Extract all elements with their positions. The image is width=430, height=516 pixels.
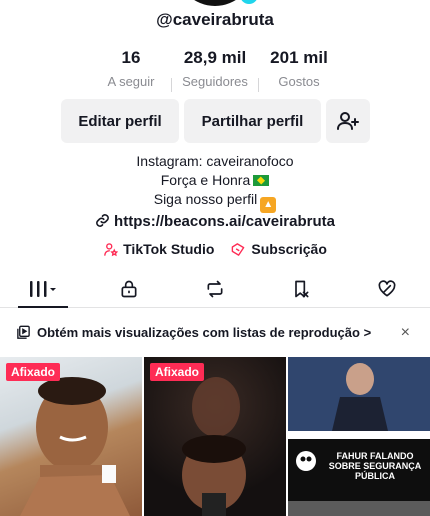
stat-likes[interactable]: 201 mil Gostos xyxy=(259,48,339,92)
add-friend-button[interactable] xyxy=(326,99,370,143)
bio-line-instagram: Instagram: caveiranofoco xyxy=(136,153,294,169)
pinned-badge: Afixado xyxy=(150,363,205,381)
stats-row: 16 A seguir 28,9 mil Seguidores 201 mil … xyxy=(0,48,430,92)
creator-links: TikTok Studio Subscrição xyxy=(0,241,430,257)
tab-videos[interactable] xyxy=(0,270,86,308)
studio-icon xyxy=(104,242,119,256)
stat-following-label: A seguir xyxy=(107,74,155,89)
profile-tabs xyxy=(0,270,430,308)
tab-reposts[interactable] xyxy=(172,270,258,307)
video-thumbnail[interactable]: FAHUR FALANDO SOBRE SEGURANÇA PÚBLICA xyxy=(288,357,430,516)
brazil-flag-icon xyxy=(253,175,270,186)
bio-line-follow: Siga nosso perfil ▲ xyxy=(0,190,430,213)
playlist-promo-banner[interactable]: Obtém mais visualizações com listas de r… xyxy=(0,318,430,346)
bio-follow-text: Siga nosso perfil xyxy=(153,191,258,207)
stat-following-value: 16 xyxy=(121,48,141,67)
stat-likes-value: 201 mil xyxy=(270,48,328,67)
share-profile-button[interactable]: Partilhar perfil xyxy=(184,99,321,143)
tiktok-studio-link[interactable]: TikTok Studio xyxy=(103,241,214,257)
tab-liked[interactable] xyxy=(344,270,430,307)
warning-icon: ▲ xyxy=(260,197,277,213)
stat-followers[interactable]: 28,9 mil Seguidores xyxy=(172,48,258,92)
subscription-icon xyxy=(232,242,245,256)
tab-private[interactable] xyxy=(86,270,172,307)
tab-favorites[interactable] xyxy=(258,270,344,307)
video-grid: Afixado Afixado FAHUR FALANDO SOBRE SEGU… xyxy=(0,357,430,516)
username: @caveirabruta xyxy=(156,10,274,29)
bio-link[interactable]: https://beacons.ai/caveirabruta xyxy=(0,213,430,230)
video-overlay-text: FAHUR FALANDO SOBRE SEGURANÇA PÚBLICA xyxy=(328,451,422,481)
stat-likes-label: Gostos xyxy=(278,74,320,89)
bio-link-text: https://beacons.ai/caveirabruta xyxy=(114,213,335,230)
lock-icon xyxy=(121,280,137,297)
edit-profile-button[interactable]: Editar perfil xyxy=(61,99,179,143)
pinned-badge: Afixado xyxy=(6,363,61,381)
profile-actions: Editar perfil Partilhar perfil xyxy=(61,99,370,143)
bio-line-motto: Força e Honra xyxy=(0,171,430,190)
person-plus-icon xyxy=(337,112,359,130)
video-thumbnail[interactable]: Afixado xyxy=(144,357,286,516)
repost-icon xyxy=(207,280,223,297)
close-icon[interactable]: × xyxy=(401,324,410,342)
subscription-label: Subscrição xyxy=(251,241,327,257)
subscription-link[interactable]: Subscrição xyxy=(230,241,327,257)
stat-followers-value: 28,9 mil xyxy=(183,48,247,67)
verified-badge xyxy=(238,0,260,6)
video-thumbnail[interactable]: Afixado xyxy=(0,357,142,516)
bio-motto-text: Força e Honra xyxy=(160,172,251,188)
stat-followers-label: Seguidores xyxy=(182,74,248,89)
promo-text: Obtém mais visualizações com listas de r… xyxy=(37,324,372,340)
bio: Instagram: caveiranofoco Força e Honra S… xyxy=(0,152,430,213)
playlist-icon xyxy=(17,325,30,339)
video-thumbnail-art xyxy=(288,357,430,516)
liked-icon xyxy=(378,279,396,296)
tiktok-studio-label: TikTok Studio xyxy=(123,241,215,257)
bookmark-icon xyxy=(295,280,309,297)
stat-following[interactable]: 16 A seguir xyxy=(91,48,171,92)
link-icon xyxy=(96,214,109,227)
grid-icon xyxy=(30,280,56,297)
